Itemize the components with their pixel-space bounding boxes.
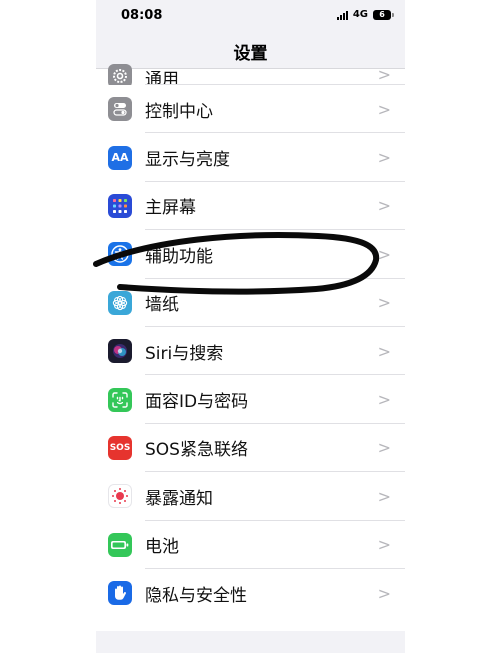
chevron-right-icon: > xyxy=(377,535,391,555)
settings-row-exposure-notifications[interactable]: 暴露通知 > xyxy=(96,472,405,521)
row-label: 辅助功能 xyxy=(145,246,213,267)
chevron-right-icon: > xyxy=(377,196,391,216)
settings-row-general[interactable]: 通用 > xyxy=(96,64,405,90)
row-label: 面容ID与密码 xyxy=(145,392,249,413)
toggles-icon xyxy=(108,97,132,122)
settings-row-control-center[interactable]: 控制中心 > xyxy=(96,85,405,134)
settings-row-privacy-security[interactable]: 隐私与安全性 > xyxy=(96,568,405,618)
settings-row-wallpaper[interactable]: 墙纸 > xyxy=(96,278,405,327)
chevron-right-icon: > xyxy=(377,486,391,506)
row-label: 显示与亮度 xyxy=(145,150,230,171)
settings-row-emergency-sos[interactable]: SOS SOS紧急联络 > xyxy=(96,423,405,473)
settings-row-display-brightness[interactable]: AA 显示与亮度 > xyxy=(96,133,405,182)
row-label: 控制中心 xyxy=(145,101,213,122)
chevron-right-icon: > xyxy=(377,99,391,119)
battery-level-icon: 6 xyxy=(373,9,394,20)
row-label: 墙纸 xyxy=(145,295,179,316)
hand-icon xyxy=(108,581,132,606)
settings-row-face-id-passcode[interactable]: 面容ID与密码 > xyxy=(96,375,405,424)
row-label: 暴露通知 xyxy=(145,488,213,509)
settings-row-accessibility[interactable]: 辅助功能 > xyxy=(96,230,405,279)
exposure-icon xyxy=(108,484,132,509)
status-indicators: 4G 6 xyxy=(336,9,394,20)
row-label: 电池 xyxy=(145,537,179,558)
chevron-right-icon: > xyxy=(377,438,391,458)
chevron-right-icon: > xyxy=(377,390,391,410)
chevron-right-icon: > xyxy=(377,244,391,264)
settings-list: 通用 > 控制中心 > AA 显示与亮度 > 主屏幕 > 辅助功能 > 墙纸 >… xyxy=(96,64,405,618)
chevron-right-icon: > xyxy=(377,341,391,361)
status-bar: 08:08 4G 6 xyxy=(96,0,405,34)
chevron-right-icon: > xyxy=(377,148,391,168)
navigation-bar: 设置 xyxy=(96,34,405,69)
row-label: 主屏幕 xyxy=(145,198,196,219)
network-type: 4G xyxy=(352,9,368,20)
chevron-right-icon: > xyxy=(377,293,391,313)
cellular-signal-icon xyxy=(336,10,348,20)
text-size-icon: AA xyxy=(108,145,132,170)
battery-icon xyxy=(108,532,132,557)
settings-row-siri-search[interactable]: Siri与搜索 > xyxy=(96,326,405,376)
settings-screen: 08:08 4G 6 设置 通用 > 控制中心 > AA 显示与亮度 > 主屏幕… xyxy=(96,0,405,653)
status-time: 08:08 xyxy=(121,8,163,23)
section-gap xyxy=(96,631,405,653)
sos-icon: SOS xyxy=(108,435,132,460)
chevron-right-icon: > xyxy=(377,583,391,603)
row-label: SOS紧急联络 xyxy=(145,440,248,461)
accessibility-icon xyxy=(108,242,132,267)
app-grid-icon xyxy=(108,193,132,218)
flower-icon xyxy=(108,290,132,315)
face-id-icon xyxy=(108,387,132,412)
siri-icon xyxy=(108,339,132,364)
row-label: Siri与搜索 xyxy=(145,343,224,364)
row-label: 隐私与安全性 xyxy=(145,585,247,606)
settings-row-home-screen[interactable]: 主屏幕 > xyxy=(96,181,405,231)
settings-row-battery[interactable]: 电池 > xyxy=(96,520,405,569)
chevron-right-icon: > xyxy=(377,65,391,84)
page-title: 设置 xyxy=(233,44,268,64)
battery-percent: 6 xyxy=(379,9,385,19)
